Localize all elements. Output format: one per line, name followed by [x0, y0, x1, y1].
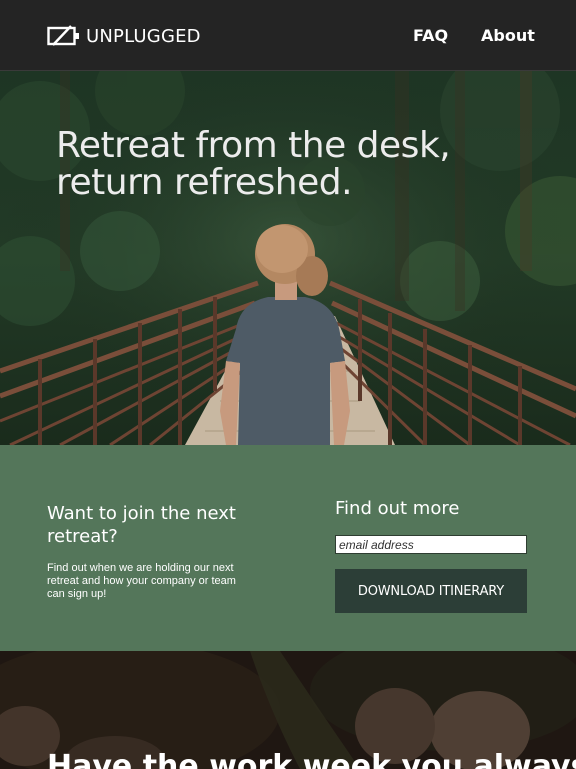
unplugged-battery-icon: [47, 25, 79, 46]
download-itinerary-button[interactable]: DOWNLOAD ITINERARY: [335, 569, 527, 613]
nav-faq-link[interactable]: FAQ: [413, 26, 448, 45]
hero-title: Retreat from the desk, return refreshed.: [56, 127, 526, 201]
hero-title-line1: Retreat from the desk,: [56, 125, 451, 166]
top-nav: UNPLUGGED FAQ About: [0, 0, 576, 71]
hero-title-line2: return refreshed.: [56, 162, 353, 203]
bottom-heading: Have the work week you always: [47, 749, 576, 769]
find-out-more-heading: Find out more: [335, 498, 460, 519]
logo-link[interactable]: UNPLUGGED: [47, 23, 201, 49]
email-input[interactable]: [335, 535, 527, 554]
bottom-section: Have the work week you always: [0, 651, 576, 769]
signup-heading: Want to join the next retreat?: [47, 503, 236, 547]
hero-section: Retreat from the desk, return refreshed.: [0, 71, 576, 445]
signup-section: Want to join the next retreat? Find out …: [0, 445, 576, 651]
nav-about-link[interactable]: About: [481, 26, 535, 45]
logo-text: UNPLUGGED: [86, 25, 201, 47]
signup-description: Find out when we are holding our next re…: [47, 562, 236, 600]
